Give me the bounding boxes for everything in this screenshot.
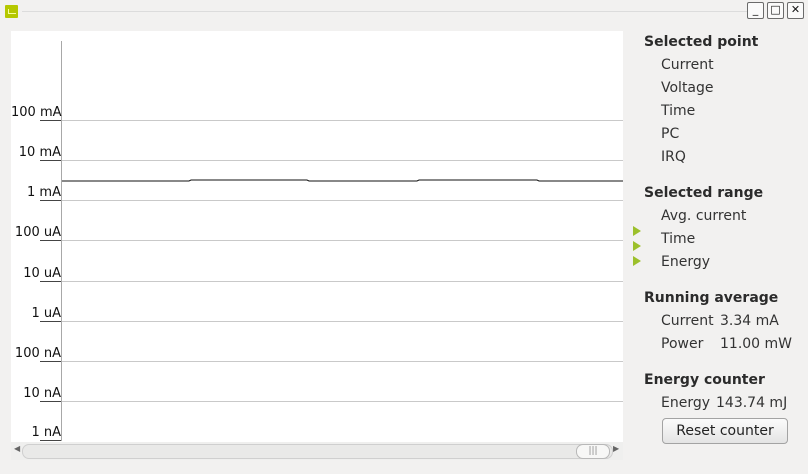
energy-counter-title: Energy counter	[644, 372, 765, 388]
selected-range-avg-current-label: Avg. current	[661, 208, 747, 224]
close-button[interactable]: ✕	[787, 2, 804, 19]
selected-range-time-label: Time	[661, 231, 696, 247]
current-trace	[62, 179, 623, 182]
selected-point-current-label: Current	[661, 57, 714, 73]
selected-range-title: Selected range	[644, 185, 764, 201]
running-average-current-label: Current	[661, 313, 714, 329]
reset-counter-button[interactable]: Reset counter	[662, 418, 788, 444]
scroll-left-icon[interactable]: ◀	[14, 444, 20, 453]
selected-point-title: Selected point	[644, 34, 759, 50]
scroll-thumb[interactable]: |||	[576, 444, 610, 459]
running-average-current-value: 3.34 mA	[720, 313, 779, 329]
running-average-title: Running average	[644, 290, 779, 306]
selected-range-energy-label: Energy	[661, 254, 711, 270]
selected-point-time-label: Time	[661, 103, 696, 119]
horizontal-scrollbar[interactable]: ◀ ||| ▶	[11, 442, 623, 460]
minimize-button[interactable]: _	[747, 2, 764, 19]
selected-point-pc-label: PC	[661, 126, 680, 142]
scroll-track[interactable]	[22, 444, 613, 459]
scroll-right-icon[interactable]: ▶	[613, 444, 619, 453]
selected-point-irq-label: IRQ	[661, 149, 686, 165]
current-trace-line	[62, 179, 623, 182]
expand-arrow-icon[interactable]	[633, 226, 641, 236]
title-bar: _ □ ✕	[0, 0, 808, 22]
expand-arrow-icon[interactable]	[633, 241, 641, 251]
selected-point-voltage-label: Voltage	[661, 80, 714, 96]
title-separator	[22, 11, 764, 12]
current-plot[interactable]: 100 mA 10 mA 1 mA 100 uA 10 uA 1 uA 100 …	[11, 31, 623, 442]
maximize-button[interactable]: □	[767, 2, 784, 19]
energy-counter-energy-value: 143.74 mJ	[716, 395, 788, 411]
expand-arrow-icon[interactable]	[633, 256, 641, 266]
running-average-power-label: Power	[661, 336, 704, 352]
energy-counter-energy-label: Energy	[661, 395, 711, 411]
running-average-power-value: 11.00 mW	[720, 336, 793, 352]
app-icon	[5, 5, 18, 18]
